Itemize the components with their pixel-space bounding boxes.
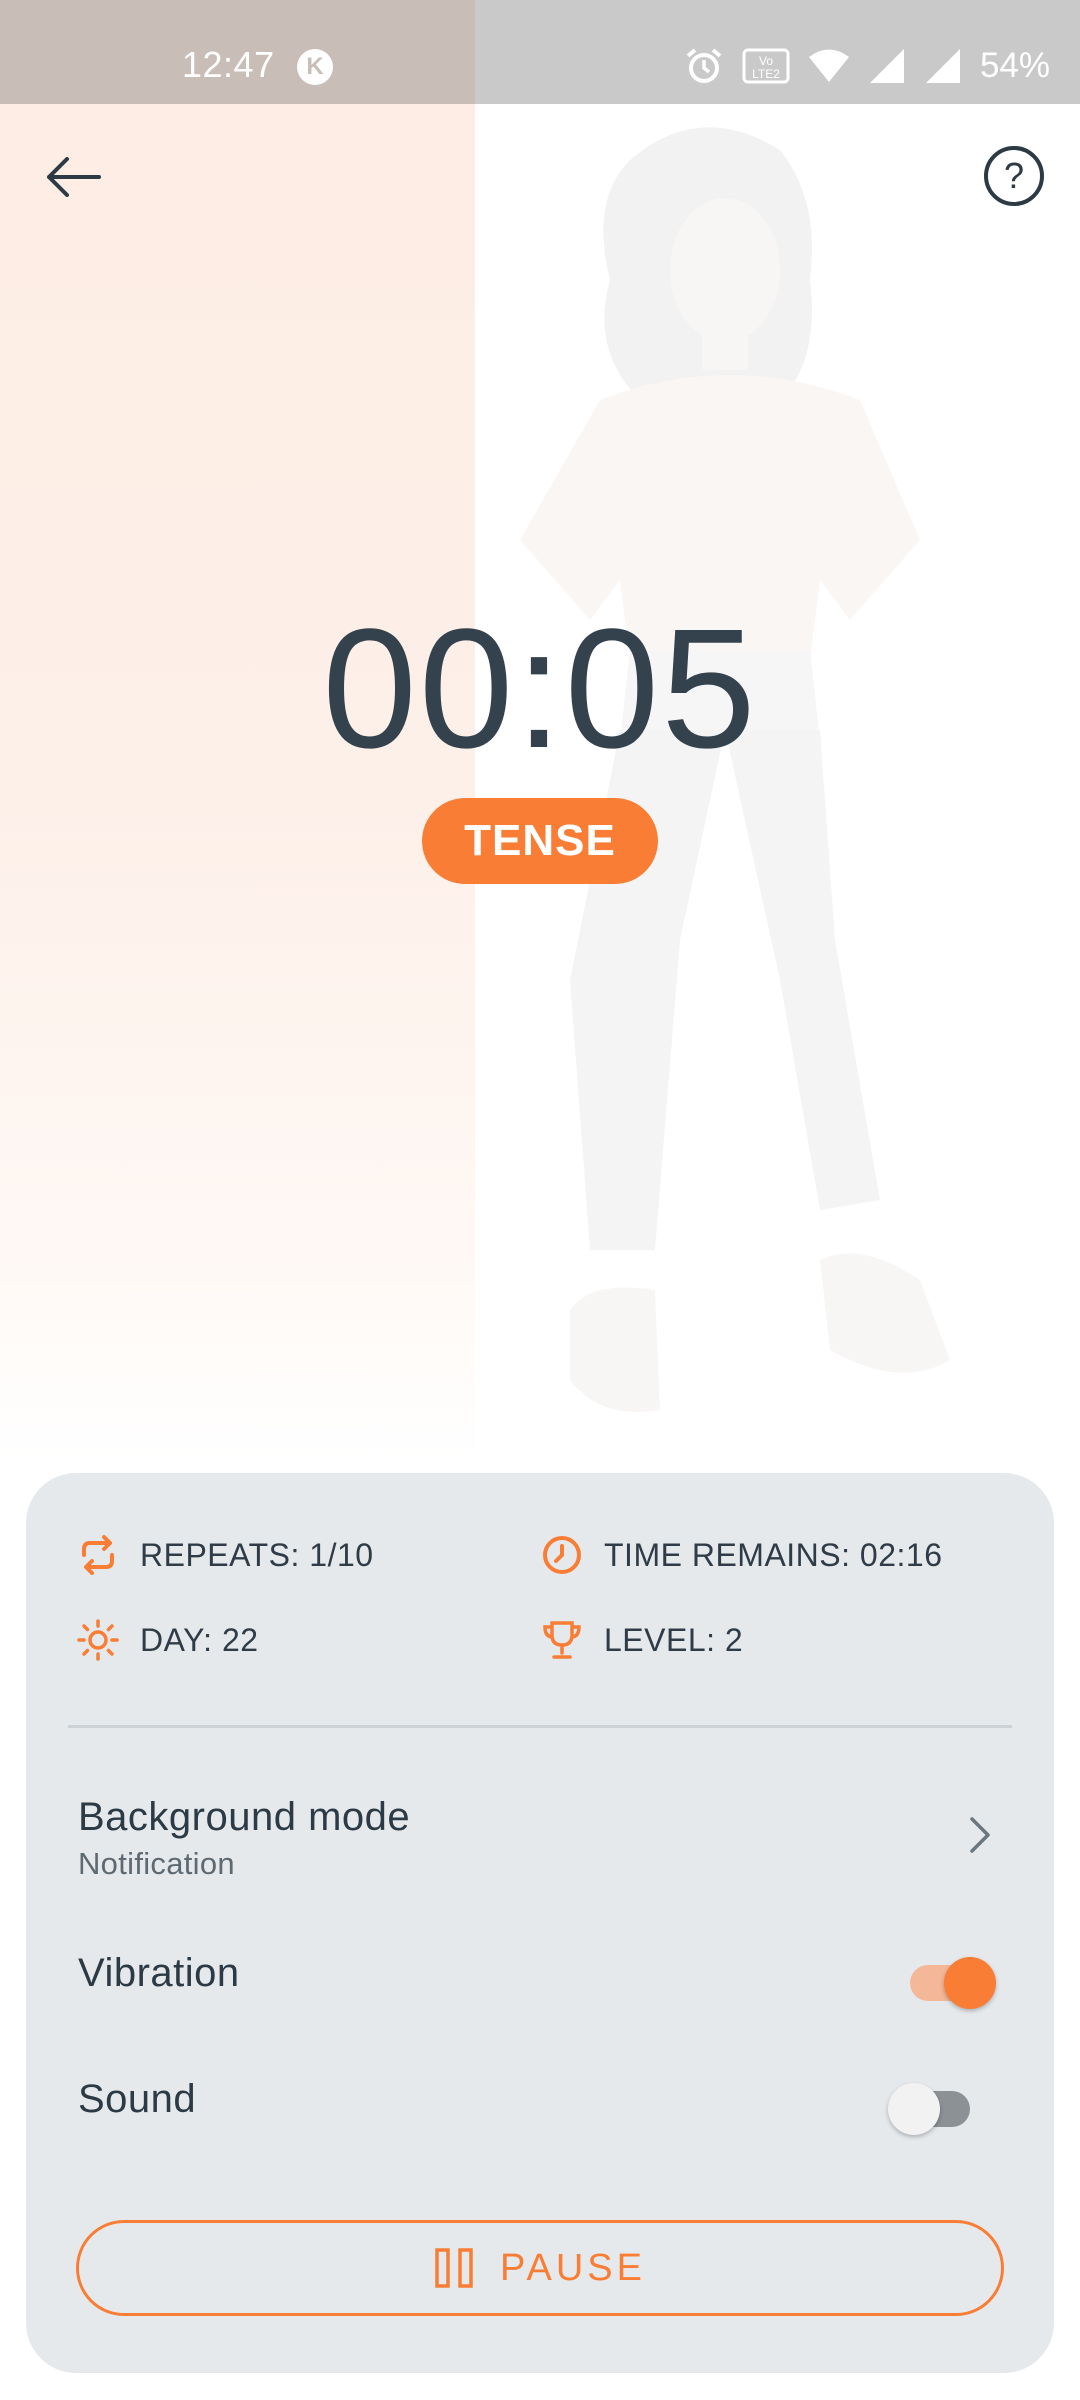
k-notification-icon: K (297, 49, 333, 85)
volte-icon: Vo LTE2 (742, 48, 790, 84)
signal-icon (869, 49, 904, 83)
pause-button[interactable]: PAUSE (76, 2220, 1004, 2316)
vibration-toggle-thumb (944, 1957, 996, 2009)
vibration-toggle[interactable] (910, 1957, 996, 2009)
pause-icon (435, 2248, 473, 2288)
settings-panel: REPEATS: 1/10 TIME REMAINS: 02:16 DAY: 2… (26, 1473, 1054, 2373)
battery-level: 54% (979, 46, 1050, 85)
wifi-icon (808, 49, 849, 82)
background-mode-row[interactable]: Background mode Notification (78, 1795, 1002, 1905)
phase-badge: TENSE (422, 798, 658, 884)
arrow-left-icon (47, 157, 101, 197)
svg-text:Vo: Vo (759, 54, 773, 68)
sun-icon (76, 1618, 120, 1662)
background-mode-title: Background mode (78, 1795, 411, 1839)
exercise-screen: 12:47 K Vo LTE2 54% ? 00:05 TENSE REPEAT… (0, 0, 1080, 2400)
back-button[interactable] (38, 142, 108, 212)
level-label: LEVEL: 2 (604, 1621, 744, 1658)
repeat-icon (76, 1533, 120, 1577)
svg-text:LTE2: LTE2 (752, 67, 780, 81)
signal-icon (925, 49, 960, 83)
trophy-icon (540, 1618, 584, 1662)
vibration-row: Vibration (78, 1951, 1002, 2021)
stat-time-remains: TIME REMAINS: 02:16 (540, 1533, 942, 1577)
timer-display: 00:05 (322, 594, 758, 784)
time-remains-label: TIME REMAINS: 02:16 (604, 1536, 943, 1573)
repeats-label: REPEATS: 1/10 (140, 1536, 374, 1573)
chevron-right-icon (970, 1817, 990, 1853)
status-time: 12:47 (182, 44, 275, 85)
background-mode-value: Notification (78, 1846, 235, 1881)
status-icons: Vo LTE2 54% (684, 46, 1050, 86)
woman-illustration (520, 127, 950, 1412)
stat-day: DAY: 22 (76, 1618, 259, 1662)
sound-title: Sound (78, 2077, 197, 2121)
day-label: DAY: 22 (140, 1621, 259, 1658)
sound-toggle-thumb (888, 2083, 940, 2135)
stat-repeats: REPEATS: 1/10 (76, 1533, 374, 1577)
stat-level: LEVEL: 2 (540, 1618, 743, 1662)
sound-toggle[interactable] (888, 2083, 976, 2135)
vibration-title: Vibration (78, 1951, 240, 1995)
alarm-icon (686, 48, 722, 83)
sound-row: Sound (78, 2077, 1002, 2147)
pause-label: PAUSE (499, 2246, 646, 2289)
timer-icon (540, 1533, 584, 1577)
divider (68, 1725, 1012, 1728)
status-bar: 12:47 K Vo LTE2 54% (0, 0, 1080, 104)
